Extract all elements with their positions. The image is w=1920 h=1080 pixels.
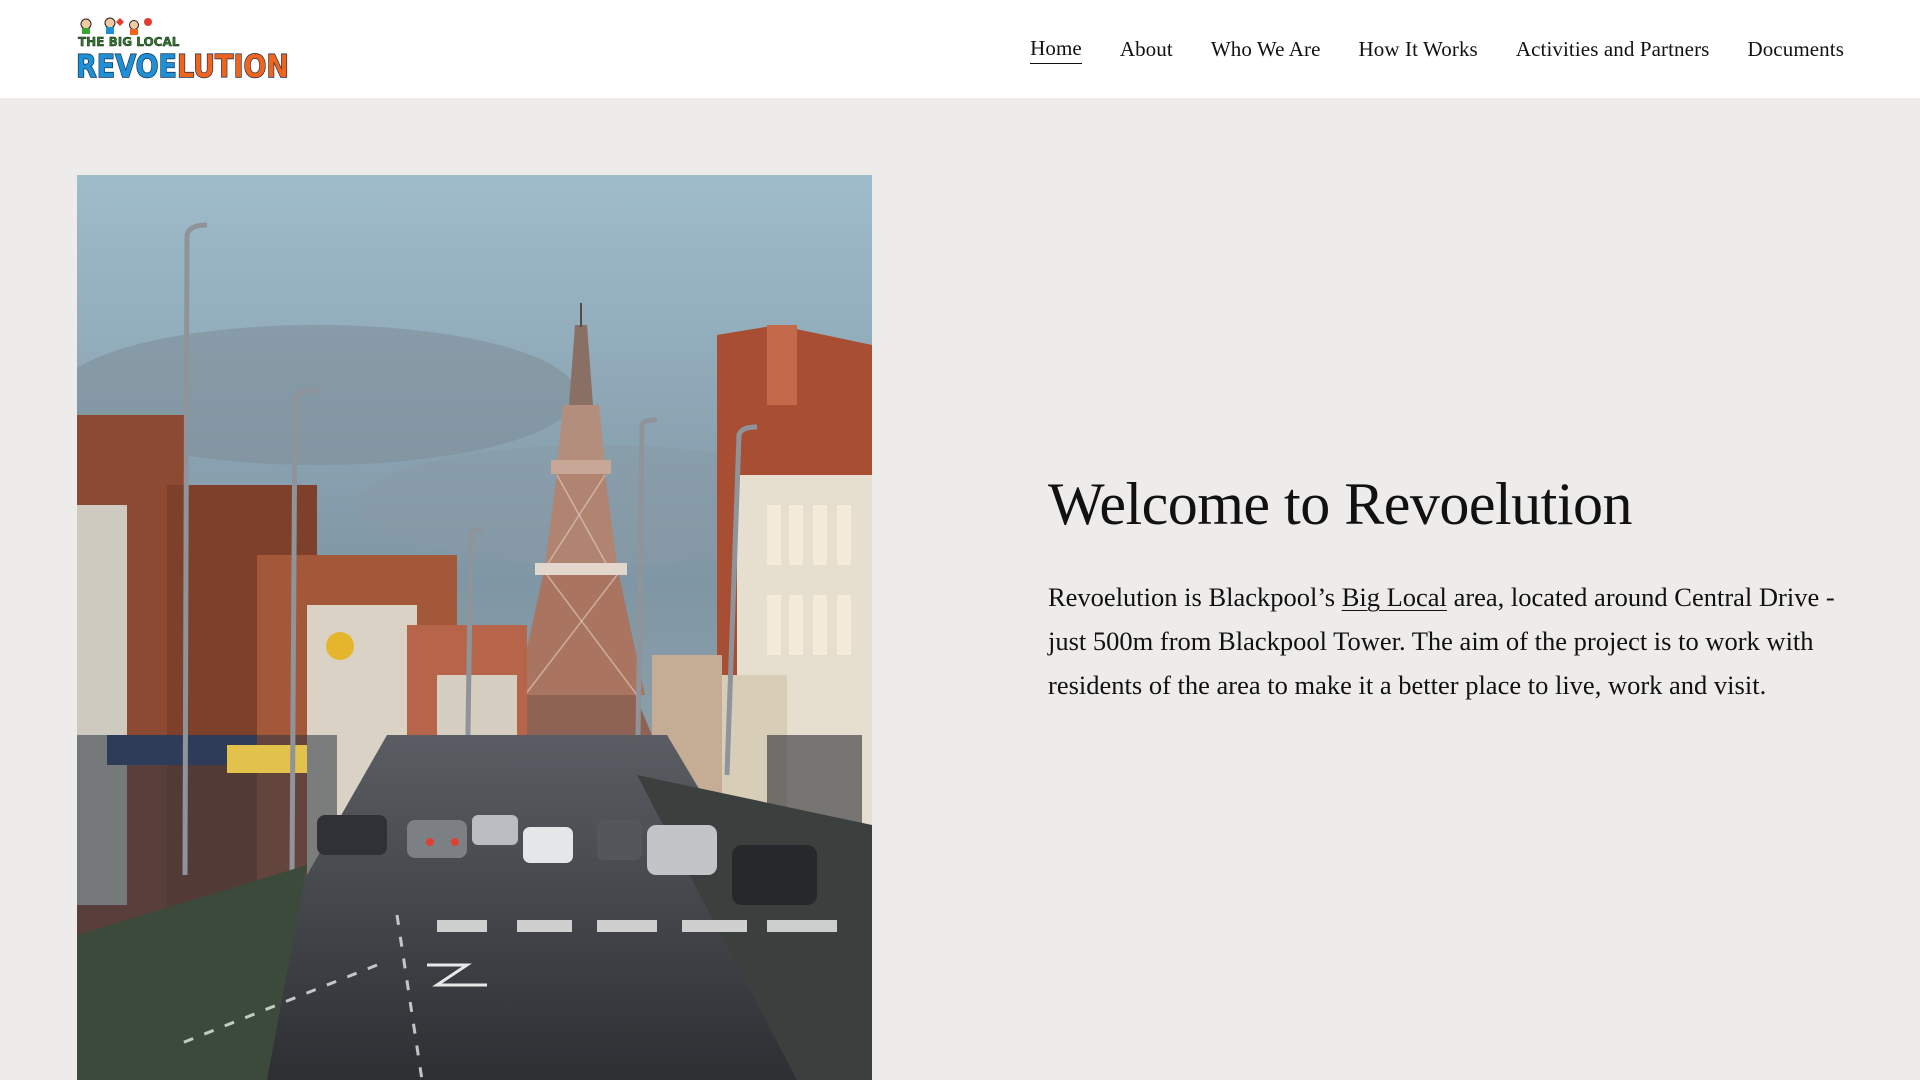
revoelution-logo-icon: THE BIG LOCAL REVOELUTION (76, 17, 290, 82)
hero-text-block: Welcome to Revoelution Revoelution is Bl… (1048, 470, 1848, 707)
logo-top-text: THE BIG LOCAL (78, 35, 180, 49)
hero-description: Revoelution is Blackpool’s Big Local are… (1048, 575, 1848, 707)
blackpool-tower-street-icon (77, 175, 872, 1080)
site-logo[interactable]: THE BIG LOCAL REVOELUTION (76, 16, 291, 82)
big-local-link[interactable]: Big Local (1342, 582, 1447, 612)
site-header: THE BIG LOCAL REVOELUTION Home About Who… (0, 0, 1920, 98)
page-title: Welcome to Revoelution (1048, 471, 1633, 537)
hero-body-before-link: Revoelution is Blackpool’s (1048, 582, 1342, 612)
main-nav: Home About Who We Are How It Works Activ… (1030, 36, 1844, 64)
nav-item-home[interactable]: Home (1030, 36, 1082, 64)
nav-item-who-we-are[interactable]: Who We Are (1211, 37, 1321, 64)
logo-wordmark: REVOELUTION (76, 49, 289, 82)
nav-item-about[interactable]: About (1120, 37, 1173, 64)
nav-item-documents[interactable]: Documents (1747, 37, 1844, 64)
nav-item-how-it-works[interactable]: How It Works (1359, 37, 1478, 64)
nav-item-activities-and-partners[interactable]: Activities and Partners (1516, 37, 1710, 64)
hero-image (77, 175, 872, 1080)
